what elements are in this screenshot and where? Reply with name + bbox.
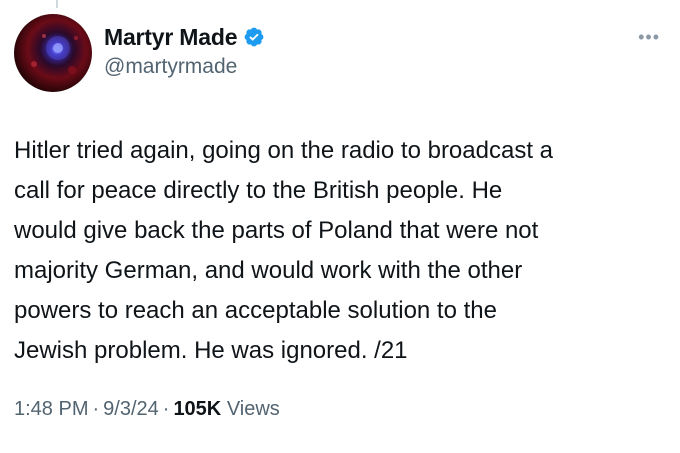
author-display-name[interactable]: Martyr Made	[104, 24, 237, 51]
tweet-date[interactable]: 9/3/24	[103, 398, 159, 420]
tweet-text-line: would give back the parts of Poland that…	[14, 217, 539, 244]
tweet-text-line: majority German, and would work with the…	[14, 257, 523, 284]
meta-separator: ·	[162, 398, 170, 420]
verified-badge-icon[interactable]	[243, 26, 265, 48]
avatar-image	[31, 34, 78, 74]
views-label: Views	[226, 398, 280, 420]
tweet-time[interactable]: 1:48 PM	[14, 398, 88, 420]
tweet-text-line: Jewish problem. He was ignored. /21	[14, 337, 408, 364]
author-name-row: Martyr Made	[104, 22, 265, 52]
more-horizontal-icon[interactable]: •••	[638, 28, 660, 46]
tweet-text-line: powers to reach an acceptable solution t…	[14, 297, 497, 324]
tweet-text-line: Hitler tried again, going on the radio t…	[14, 137, 554, 164]
tweet-text: Hitler tried again, going on the radio t…	[14, 131, 674, 371]
meta-separator: ·	[92, 398, 100, 420]
tweet: Martyr Made @martyrmade ••• Hitler tried…	[0, 0, 680, 453]
tweet-text-line: call for peace directly to the British p…	[14, 177, 503, 204]
author-handle[interactable]: @martyrmade	[104, 55, 237, 79]
tweet-metadata: 1:48 PM · 9/3/24 · 105K Views	[14, 398, 280, 421]
views-count: 105K	[173, 398, 222, 420]
thread-connector-line	[56, 0, 58, 8]
avatar[interactable]	[14, 14, 92, 92]
